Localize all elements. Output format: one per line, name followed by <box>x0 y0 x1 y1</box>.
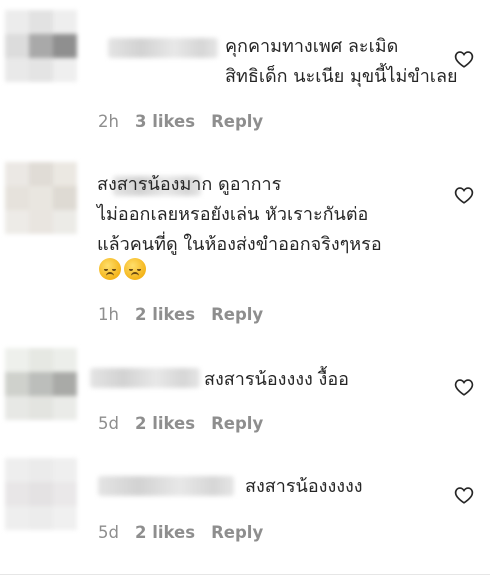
comment-text: สงสารน้องงงงง <box>245 476 363 497</box>
likes-count[interactable]: 3 likes <box>135 112 195 131</box>
likes-count[interactable]: 2 likes <box>135 305 195 324</box>
comment-time[interactable]: 5d <box>98 523 119 542</box>
reply-button[interactable]: Reply <box>211 414 263 433</box>
comment-time[interactable]: 2h <box>98 112 119 131</box>
disappointed-face-emoji <box>99 258 121 280</box>
comment-meta: 5d 2 likes Reply <box>98 523 263 542</box>
username-blurred[interactable] <box>108 38 218 58</box>
username-blurred[interactable] <box>90 368 200 388</box>
likes-count[interactable]: 2 likes <box>135 414 195 433</box>
reply-button[interactable]: Reply <box>211 523 263 542</box>
disappointed-face-emoji <box>124 258 146 280</box>
avatar[interactable] <box>5 162 77 234</box>
comment-time[interactable]: 1h <box>98 305 119 324</box>
heart-outline-icon <box>454 51 474 68</box>
comment-meta: 5d 2 likes Reply <box>98 414 263 433</box>
heart-outline-icon <box>454 187 474 204</box>
comment-meta: 2h 3 likes Reply <box>98 112 263 131</box>
comment-time[interactable]: 5d <box>98 414 119 433</box>
like-button[interactable] <box>454 186 474 204</box>
like-button[interactable] <box>454 486 474 504</box>
divider <box>0 574 490 575</box>
avatar[interactable] <box>5 10 77 82</box>
heart-outline-icon <box>454 379 474 396</box>
comment-text: คุกคามทางเพศ ละเมิด สิทธิเด็ก นะเนีย มุข… <box>225 36 458 87</box>
reply-button[interactable]: Reply <box>211 305 263 324</box>
heart-outline-icon <box>454 487 474 504</box>
like-button[interactable] <box>454 378 474 396</box>
avatar[interactable] <box>5 458 77 530</box>
comment-meta: 1h 2 likes Reply <box>98 305 263 324</box>
like-button[interactable] <box>454 50 474 68</box>
comment-text: สงสารน้องมาก ดูอาการ ไม่ออกเลยหรอยังเล่น… <box>97 174 382 255</box>
reply-button[interactable]: Reply <box>211 112 263 131</box>
username-blurred[interactable] <box>98 476 234 496</box>
likes-count[interactable]: 2 likes <box>135 523 195 542</box>
emoji-row <box>99 258 149 280</box>
comment-text: สงสารน้องงงง งื้ออ <box>204 369 349 390</box>
avatar[interactable] <box>5 348 77 420</box>
